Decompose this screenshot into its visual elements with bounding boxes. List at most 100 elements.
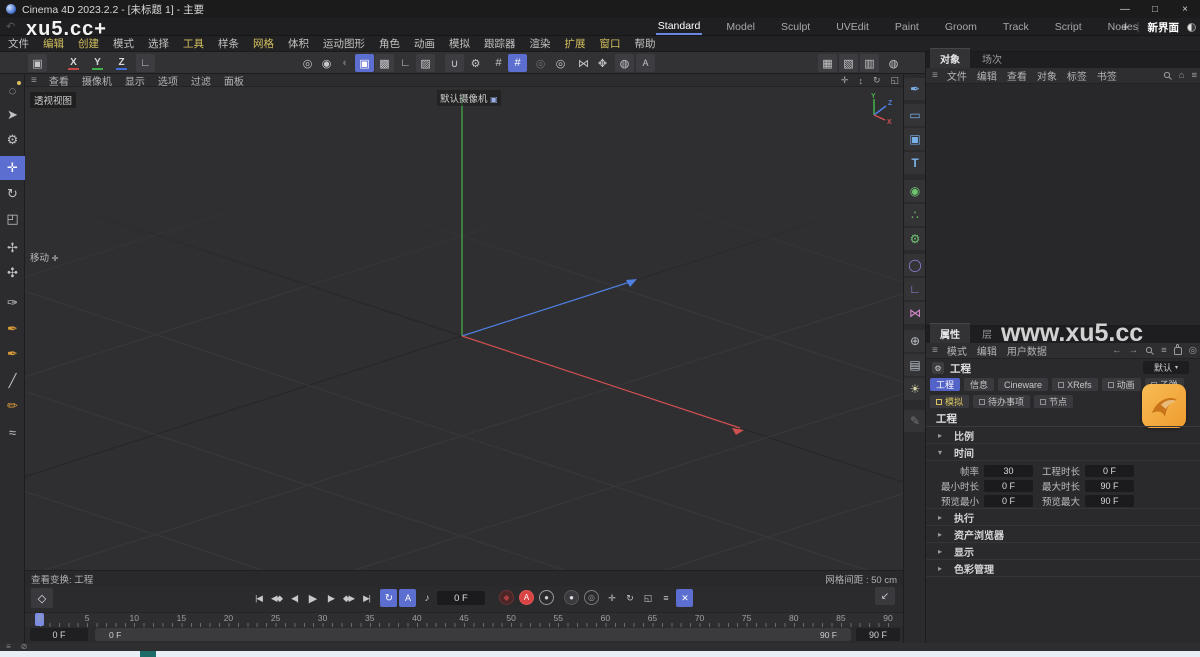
axis-lock-z-button[interactable]: Z (112, 54, 131, 72)
symmetry-axis-icon[interactable]: ✥ (593, 54, 612, 72)
workspace-tab-uvedit[interactable]: UVEdit (834, 20, 871, 34)
record-position-toggle[interactable]: ✛ (603, 589, 620, 607)
go-to-start-button[interactable]: |◀ (250, 589, 267, 607)
dolly-view-icon[interactable]: ↕ (858, 76, 863, 86)
target-icon[interactable]: ◎ (1189, 345, 1197, 356)
menubar-item[interactable]: 角色 (379, 36, 400, 51)
record-keyframe-button[interactable]: ◆ (499, 590, 514, 605)
auto-hex-icon[interactable]: A (636, 54, 655, 72)
selection-settings-tool-icon[interactable]: ⚙ (0, 128, 25, 152)
range-end-field[interactable]: 90 F (856, 628, 900, 641)
group-header-色彩管理[interactable]: ▸色彩管理 (926, 560, 1200, 577)
camera-label[interactable]: 默认摄像机 ▣ (437, 90, 501, 106)
pan-view-icon[interactable]: ✛ (841, 75, 849, 86)
line-tool-icon[interactable]: ╱ (0, 369, 25, 393)
viewport-canvas[interactable]: 透视视图 默认摄像机 ▣ 移动 ✛ Y Z X (25, 87, 903, 570)
record-rotation-toggle[interactable]: ↻ (621, 589, 638, 607)
simulate-icon[interactable]: ◎ (298, 54, 317, 72)
menubar-item[interactable]: 网格 (253, 36, 274, 51)
preset-dropdown[interactable]: 默认▾ (1143, 361, 1189, 374)
symmetry-icon[interactable]: ⋈ (574, 54, 593, 72)
quantize-icon[interactable]: # (489, 54, 508, 72)
close-button[interactable]: × (1170, 0, 1200, 18)
menubar-item[interactable]: 模式 (113, 36, 134, 51)
object-manager-menu-item[interactable]: 对象 (1037, 68, 1057, 83)
interactive-render-icon[interactable]: ◍ (884, 54, 903, 72)
object-manager-tab[interactable]: 场次 (972, 49, 1012, 68)
attributes-menu-item[interactable]: 编辑 (977, 343, 997, 358)
ring-b-icon[interactable]: ◎ (551, 54, 570, 72)
render-picture-viewer-icon[interactable]: ▧ (839, 54, 858, 72)
object-manager-menu-item[interactable]: 文件 (947, 68, 967, 83)
camera-icon[interactable]: ▤ (904, 354, 926, 376)
render-settings-icon[interactable]: ▥ (860, 54, 879, 72)
object-manager-menu-item[interactable]: 编辑 (977, 68, 997, 83)
filter-icon[interactable]: ≡ (1161, 345, 1167, 356)
viewport-menu-item[interactable]: 显示 (125, 73, 145, 88)
mode-chip-信息[interactable]: 信息 (964, 378, 994, 391)
menubar-item[interactable]: 工具 (183, 36, 204, 51)
tweak-tool-icon[interactable]: ✢ (0, 236, 25, 260)
record-parameter-toggle[interactable]: ≡ (657, 589, 674, 607)
autokey-toggle[interactable]: A (519, 590, 534, 605)
viewport-menu-item[interactable]: 选项 (158, 73, 178, 88)
rotate-tool-icon[interactable]: ↻ (0, 182, 25, 206)
volume-icon[interactable]: ◯ (904, 254, 926, 276)
field-input-最大时长[interactable]: 90 F (1085, 480, 1134, 492)
attributes-menu-item[interactable]: 模式 (947, 343, 967, 358)
view-name-label[interactable]: 透视视图 (30, 92, 76, 108)
group-header-时间[interactable]: ▾时间 (926, 444, 1200, 461)
attributes-tab[interactable]: 属性 (930, 323, 970, 343)
material-icon[interactable]: ✎ (904, 410, 926, 432)
menubar-item[interactable]: 窗口 (600, 36, 621, 51)
workspace-tab-track[interactable]: Track (1001, 20, 1031, 34)
keying-settings-button[interactable]: ◎ (584, 590, 599, 605)
range-start-field[interactable]: 0 F (30, 628, 88, 641)
mode-chip-待办事项[interactable]: 待办事项 (973, 395, 1030, 408)
menubar-item[interactable]: 样条 (218, 36, 239, 51)
plane-lock-icon[interactable]: ▨ (416, 54, 435, 72)
deformer-icon[interactable]: ⚙ (904, 228, 926, 250)
search-icon[interactable] (1163, 71, 1172, 80)
hamburger-icon[interactable]: ≡ (31, 75, 36, 86)
viewport-menu-item[interactable]: 摄像机 (82, 73, 112, 88)
field-input-预览最大[interactable]: 90 F (1085, 495, 1134, 507)
keyframe-selection-button[interactable]: ● (539, 590, 554, 605)
pen-square-tool-icon[interactable]: ✒ (0, 317, 25, 341)
home-icon[interactable]: ⌂ (1179, 70, 1185, 81)
object-manager-menu-item[interactable]: 标签 (1067, 68, 1087, 83)
environment-icon[interactable]: ⊕ (904, 330, 926, 352)
timeline-scrollbar[interactable]: 0 F 90 F (95, 628, 851, 641)
hamburger-icon[interactable]: ≡ (932, 70, 937, 81)
group-header-资产浏览器[interactable]: ▸资产浏览器 (926, 526, 1200, 543)
menubar-item[interactable]: 动画 (414, 36, 435, 51)
filter-icon[interactable]: ≡ (1191, 70, 1197, 81)
active-object-row[interactable]: ⚙ 工程 默认▾ (926, 359, 1200, 377)
timeline-ruler[interactable]: 051015202530354045505560657075808590 (25, 612, 903, 626)
sketch-tool-icon[interactable]: ≈ (0, 420, 25, 444)
array-icon[interactable]: ∴ (904, 204, 926, 226)
add-layout-button[interactable]: + (1122, 20, 1129, 34)
minimize-button[interactable]: — (1110, 0, 1140, 18)
live-selection-tool-icon[interactable]: ➤ (0, 103, 25, 127)
menubar-item[interactable]: 模拟 (449, 36, 470, 51)
sound-toggle[interactable]: ♪ (418, 589, 435, 607)
mode-chip-动画[interactable]: 动画 (1102, 378, 1141, 391)
field-input-工程时长[interactable]: 0 F (1085, 465, 1134, 477)
group-header-显示[interactable]: ▸显示 (926, 543, 1200, 560)
enable-axis-icon[interactable]: ◉ (317, 54, 336, 72)
light-icon[interactable]: ☀ (904, 378, 926, 400)
hamburger-icon[interactable]: ≡ (932, 345, 937, 356)
multi-tweak-tool-icon[interactable]: ✣ (0, 261, 25, 285)
search-icon[interactable] (1145, 346, 1154, 355)
menubar-item[interactable]: 渲染 (530, 36, 551, 51)
viewport-menu-item[interactable]: 查看 (49, 73, 69, 88)
workspace-tab-sculpt[interactable]: Sculpt (779, 20, 812, 34)
field-input-帧率[interactable]: 30 (984, 465, 1033, 477)
ring-a-icon[interactable]: ◎ (531, 54, 550, 72)
workspace-tab-groom[interactable]: Groom (943, 20, 979, 34)
object-manager-menu-item[interactable]: 查看 (1007, 68, 1027, 83)
menubar-item[interactable]: 运动图形 (323, 36, 365, 51)
axis-gizmo[interactable]: Y Z X (853, 91, 895, 125)
object-manager-tab[interactable]: 对象 (930, 48, 970, 68)
